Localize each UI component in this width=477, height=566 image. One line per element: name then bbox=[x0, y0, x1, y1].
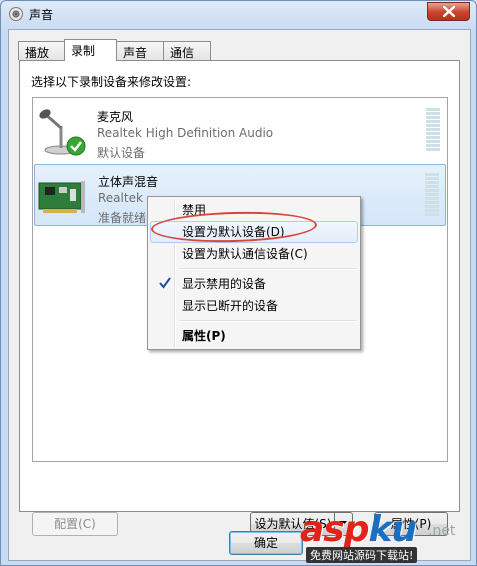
speaker-icon bbox=[9, 7, 23, 21]
close-button[interactable] bbox=[427, 2, 470, 21]
sound-dialog-window: 声音 播放 录制 声音 通信 选择以下录制设备来修改设置: 麦克风 Realte… bbox=[0, 0, 477, 566]
menu-item-properties[interactable]: 属性(P) bbox=[150, 325, 358, 347]
default-device-check-icon bbox=[66, 136, 86, 156]
menu-item-set-default-device[interactable]: 设置为默认设备(D) bbox=[150, 221, 358, 243]
menu-item-show-disconnected[interactable]: 显示已断开的设备 bbox=[150, 295, 358, 317]
device-description: Realtek bbox=[98, 191, 143, 205]
device-description: Realtek High Definition Audio bbox=[97, 126, 274, 140]
tab-sounds[interactable]: 声音 bbox=[116, 41, 164, 60]
ok-button[interactable]: 确定 bbox=[229, 531, 303, 555]
menu-item-show-disabled[interactable]: 显示禁用的设备 bbox=[150, 273, 358, 295]
device-name: 麦克风 bbox=[97, 110, 134, 124]
title-bar[interactable]: 声音 bbox=[1, 1, 476, 27]
watermark-logo: aspku bbox=[300, 509, 417, 550]
menu-separator bbox=[179, 320, 357, 322]
configure-button[interactable]: 配置(C) bbox=[32, 512, 118, 536]
menu-item-disable[interactable]: 禁用 bbox=[150, 199, 358, 221]
watermark-tagline: 免费网站源码下载站! bbox=[306, 547, 418, 563]
checkmark-icon bbox=[159, 277, 171, 289]
tab-communications[interactable]: 通信 bbox=[163, 41, 211, 60]
level-meter bbox=[426, 108, 440, 154]
close-icon bbox=[443, 6, 455, 17]
instruction-text: 选择以下录制设备来修改设置: bbox=[31, 75, 192, 89]
site-watermark: aspku .net 免费网站源码下载站! bbox=[300, 509, 472, 563]
device-name: 立体声混音 bbox=[98, 175, 159, 189]
tab-recording[interactable]: 录制 bbox=[64, 39, 117, 61]
window-title: 声音 bbox=[29, 8, 54, 22]
device-item-microphone[interactable]: 麦克风 Realtek High Definition Audio 默认设备 bbox=[34, 100, 446, 162]
tab-playback[interactable]: 播放 bbox=[18, 41, 66, 60]
context-menu: 禁用 设置为默认设备(D) 设置为默认通信设备(C) 显示禁用的设备 显示已断开… bbox=[147, 196, 361, 350]
watermark-suffix: .net bbox=[428, 523, 456, 539]
level-meter bbox=[425, 173, 439, 219]
menu-separator bbox=[179, 268, 357, 270]
device-status: 准备就绪 bbox=[98, 211, 147, 225]
menu-item-set-default-comm-device[interactable]: 设置为默认通信设备(C) bbox=[150, 243, 358, 265]
menu-item-label: 显示禁用的设备 bbox=[182, 277, 267, 291]
sound-card-icon bbox=[38, 181, 85, 213]
device-status: 默认设备 bbox=[97, 146, 146, 160]
